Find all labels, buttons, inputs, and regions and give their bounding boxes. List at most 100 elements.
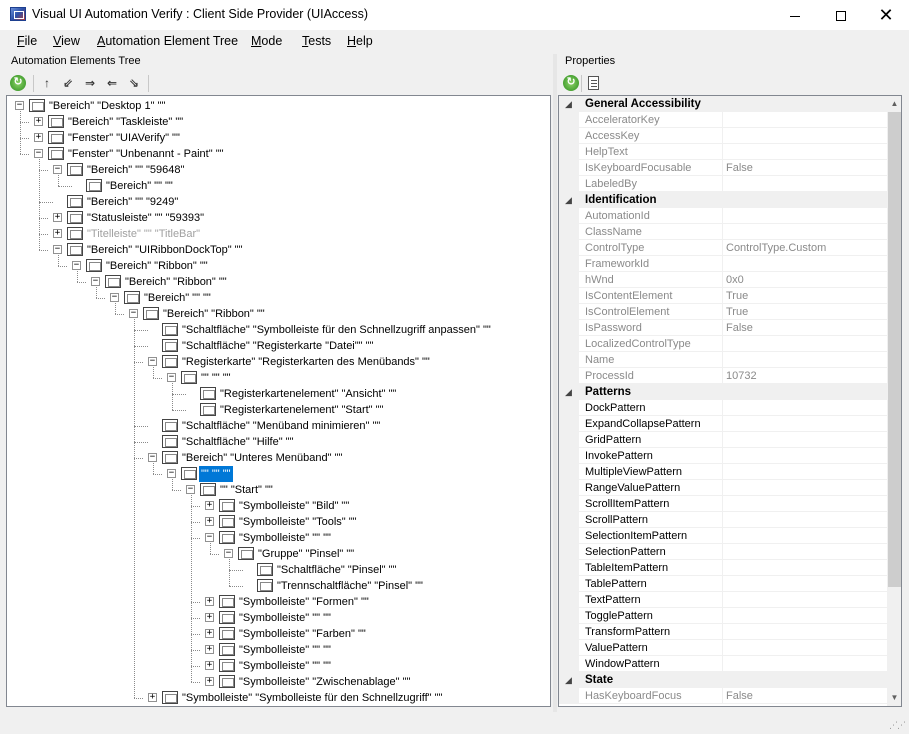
property-row[interactable]: WindowPattern bbox=[559, 656, 887, 672]
pane-splitter[interactable] bbox=[553, 54, 557, 714]
refresh-properties-icon[interactable]: ↻ bbox=[563, 75, 579, 91]
tree-node[interactable]: − "Bereich" "Ribbon" "" bbox=[7, 306, 547, 322]
tree-node[interactable]: − "Bereich" "Ribbon" "" bbox=[7, 274, 547, 290]
tree-node-label[interactable]: "Statusleiste" "" "59393" bbox=[85, 210, 206, 226]
collapse-category-icon[interactable]: ◢ bbox=[565, 96, 572, 112]
navigate-last-child-icon[interactable]: ⇘ bbox=[126, 75, 142, 91]
collapse-category-icon[interactable]: ◢ bbox=[565, 672, 572, 688]
property-row[interactable]: GridPattern bbox=[559, 432, 887, 448]
collapse-icon[interactable]: − bbox=[53, 245, 62, 254]
title-bar[interactable]: Visual UI Automation Verify : Client Sid… bbox=[0, 0, 909, 30]
collapse-icon[interactable]: − bbox=[148, 357, 157, 366]
navigate-next-sibling-icon[interactable]: ⇒ bbox=[82, 75, 98, 91]
property-row[interactable]: ScrollPattern bbox=[559, 512, 887, 528]
tree-node[interactable]: "Schaltfläche" "Menüband minimieren" "" bbox=[7, 418, 547, 434]
scrollbar-thumb[interactable] bbox=[888, 112, 901, 587]
tree-node-label[interactable]: "Registerkartenelement" "Start" "" bbox=[218, 402, 385, 418]
collapse-icon[interactable]: − bbox=[110, 293, 119, 302]
properties-document-icon[interactable] bbox=[588, 76, 599, 90]
expand-icon[interactable]: + bbox=[205, 629, 214, 638]
tree-node-label[interactable]: "Symbolleiste" "" "" bbox=[237, 610, 333, 626]
collapse-icon[interactable]: − bbox=[91, 277, 100, 286]
property-row[interactable]: AutomationId bbox=[559, 208, 887, 224]
collapse-icon[interactable]: − bbox=[15, 101, 24, 110]
close-button[interactable]: ✕ bbox=[863, 0, 909, 30]
expand-icon[interactable]: + bbox=[205, 501, 214, 510]
tree-node[interactable]: + "Bereich" "Taskleiste" "" bbox=[7, 114, 547, 130]
collapse-icon[interactable]: − bbox=[72, 261, 81, 270]
tree-node[interactable]: "Trennschaltfläche" "Pinsel" "" bbox=[7, 578, 547, 594]
property-row[interactable]: IsPassword False bbox=[559, 320, 887, 336]
tree-node[interactable]: "Bereich" "" "" bbox=[7, 178, 547, 194]
tree-node-label[interactable]: "Fenster" "UIAVerify" "" bbox=[66, 130, 182, 146]
menu-view[interactable]: View bbox=[53, 34, 80, 48]
property-row[interactable]: ExpandCollapsePattern bbox=[559, 416, 887, 432]
tree-node-label[interactable]: "Schaltfläche" "Pinsel" "" bbox=[275, 562, 398, 578]
collapse-icon[interactable]: − bbox=[224, 549, 233, 558]
tree-node[interactable]: "Schaltfläche" "Pinsel" "" bbox=[7, 562, 547, 578]
property-row[interactable]: LabeledBy bbox=[559, 176, 887, 192]
property-category[interactable]: ◢ Patterns bbox=[559, 384, 887, 400]
tree-node-label[interactable]: "Symbolleiste" "Farben" "" bbox=[237, 626, 368, 642]
collapse-icon[interactable]: − bbox=[34, 149, 43, 158]
collapse-icon[interactable]: − bbox=[167, 373, 176, 382]
tree-node[interactable]: + "Symbolleiste" "Tools" "" bbox=[7, 514, 547, 530]
tree-node-label[interactable]: "Registerkartenelement" "Ansicht" "" bbox=[218, 386, 398, 402]
tree-node[interactable]: − "Registerkarte" "Registerkarten des Men… bbox=[7, 354, 547, 370]
property-row[interactable]: InvokePattern bbox=[559, 448, 887, 464]
property-row[interactable]: SelectionPattern bbox=[559, 544, 887, 560]
collapse-icon[interactable]: − bbox=[148, 453, 157, 462]
tree-node[interactable]: − "Bereich" "Unteres Menüband" "" bbox=[7, 450, 547, 466]
tree-node-label[interactable]: "Symbolleiste" "Formen" "" bbox=[237, 594, 371, 610]
tree-node[interactable]: "Schaltfläche" "Hilfe" "" bbox=[7, 434, 547, 450]
tree-node[interactable]: + "Fenster" "UIAVerify" "" bbox=[7, 130, 547, 146]
tree-node-label[interactable]: "Registerkarte" "Registerkarten des Menü… bbox=[180, 354, 432, 370]
expand-icon[interactable]: + bbox=[148, 693, 157, 702]
property-row[interactable]: TextPattern bbox=[559, 592, 887, 608]
tree-node-label[interactable]: "Bereich" "" "59648" bbox=[85, 162, 186, 178]
tree-node-label[interactable]: "Symbolleiste" "" "" bbox=[237, 658, 333, 674]
collapse-icon[interactable]: − bbox=[167, 469, 176, 478]
collapse-category-icon[interactable]: ◢ bbox=[565, 384, 572, 400]
collapse-icon[interactable]: − bbox=[129, 309, 138, 318]
tree-node[interactable]: + "Symbolleiste" "Formen" "" bbox=[7, 594, 547, 610]
tree-node[interactable]: − "Bereich" "" "" bbox=[7, 290, 547, 306]
tree-node-label[interactable]: "Bereich" "Ribbon" "" bbox=[104, 258, 210, 274]
property-row[interactable]: ValuePattern bbox=[559, 640, 887, 656]
expand-icon[interactable]: + bbox=[205, 597, 214, 606]
tree-node-label[interactable]: "Symbolleiste" "Bild" "" bbox=[237, 498, 351, 514]
tree-node-label[interactable]: "Schaltfläche" "Registerkarte "Datei"" "… bbox=[180, 338, 375, 354]
refresh-icon[interactable]: ↻ bbox=[10, 75, 26, 91]
navigate-parent-icon[interactable]: ↑ bbox=[39, 75, 55, 91]
property-row[interactable]: ScrollItemPattern bbox=[559, 496, 887, 512]
properties-scrollbar[interactable]: ▲ ▼ bbox=[887, 96, 901, 706]
property-row[interactable]: ProcessId 10732 bbox=[559, 368, 887, 384]
tree-node-label[interactable]: "Symbolleiste" "" "" bbox=[237, 530, 333, 546]
expand-icon[interactable]: + bbox=[205, 517, 214, 526]
property-category[interactable]: ◢ Identification bbox=[559, 192, 887, 208]
tree-node-label[interactable]: "Symbolleiste" "Symbolleiste für den Sch… bbox=[180, 690, 444, 706]
property-row[interactable]: IsKeyboardFocusable False bbox=[559, 160, 887, 176]
tree-node[interactable]: − "" "Start" "" bbox=[7, 482, 547, 498]
tree-node[interactable]: − "Bereich" "Desktop 1" "" bbox=[7, 98, 547, 114]
collapse-category-icon[interactable]: ◢ bbox=[565, 192, 572, 208]
tree-node[interactable]: "Registerkartenelement" "Ansicht" "" bbox=[7, 386, 547, 402]
property-row[interactable]: Name bbox=[559, 352, 887, 368]
tree-node-label[interactable]: "Bereich" "Unteres Menüband" "" bbox=[180, 450, 344, 466]
tree-node[interactable]: + "Titelleiste" "" "TitleBar" bbox=[7, 226, 547, 242]
tree-node-label[interactable]: "Bereich" "" "" bbox=[142, 290, 213, 306]
tree-node-label[interactable]: "Schaltfläche" "Hilfe" "" bbox=[180, 434, 295, 450]
property-row[interactable]: LocalizedControlType bbox=[559, 336, 887, 352]
menu-tests[interactable]: Tests bbox=[302, 34, 331, 48]
property-row[interactable]: TransformPattern bbox=[559, 624, 887, 640]
collapse-icon[interactable]: − bbox=[53, 165, 62, 174]
property-row[interactable]: MultipleViewPattern bbox=[559, 464, 887, 480]
property-row[interactable]: RangeValuePattern bbox=[559, 480, 887, 496]
property-row[interactable]: SelectionItemPattern bbox=[559, 528, 887, 544]
tree-node-label[interactable]: "Bereich" "Desktop 1" "" bbox=[47, 98, 167, 114]
tree-node[interactable]: "Registerkartenelement" "Start" "" bbox=[7, 402, 547, 418]
tree-node-label[interactable]: "Bereich" "" "9249" bbox=[85, 194, 180, 210]
tree-node-label[interactable]: "Bereich" "" "" bbox=[104, 178, 175, 194]
property-category[interactable]: ◢ General Accessibility bbox=[559, 96, 887, 112]
tree-node[interactable]: − "" "" "" bbox=[7, 466, 547, 482]
